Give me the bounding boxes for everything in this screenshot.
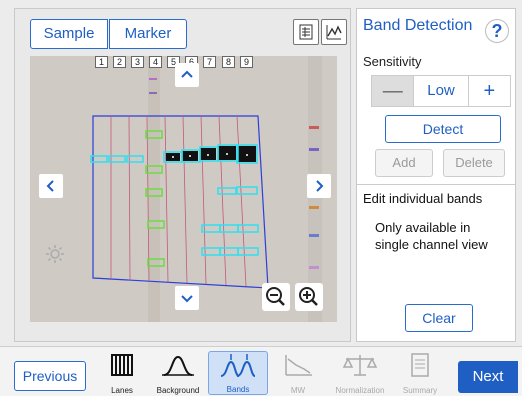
zoom-in-button[interactable] xyxy=(295,283,323,311)
lane-number: 7 xyxy=(203,56,216,68)
pan-left-button[interactable] xyxy=(39,174,63,198)
pan-down-button[interactable] xyxy=(175,286,199,310)
step-summary: Summary xyxy=(390,351,450,395)
chevron-up-icon xyxy=(181,70,193,78)
add-band-button[interactable]: Add xyxy=(375,149,433,177)
lane-number: 1 xyxy=(95,56,108,68)
summary-icon xyxy=(411,353,429,377)
lane-number: 3 xyxy=(131,56,144,68)
step-label: Normalization xyxy=(335,386,385,395)
chevron-right-icon xyxy=(316,180,324,192)
band-detection-panel: Band Detection ? Sensitivity — Low + Det… xyxy=(356,8,516,342)
step-label: Bands xyxy=(226,385,250,394)
help-button[interactable]: ? xyxy=(485,19,509,43)
lane-number: 4 xyxy=(149,56,162,68)
chevron-down-icon xyxy=(181,295,193,303)
next-button[interactable]: Next xyxy=(458,361,518,393)
gel-image[interactable] xyxy=(30,56,337,322)
step-label: Lanes xyxy=(111,386,133,395)
detect-button[interactable]: Detect xyxy=(385,115,501,143)
step-label: Summary xyxy=(402,386,438,395)
sample-tab-button[interactable]: Sample xyxy=(30,19,108,49)
brightness-icon[interactable] xyxy=(43,242,67,266)
chart-view-button[interactable] xyxy=(321,19,347,45)
marker-tab-button[interactable]: Marker xyxy=(109,19,187,49)
lane-number: 8 xyxy=(222,56,235,68)
edit-bands-note: Only available in single channel view xyxy=(375,220,488,252)
edit-bands-heading: Edit individual bands xyxy=(363,191,483,206)
pan-up-button[interactable] xyxy=(175,63,199,87)
sensitivity-label: Sensitivity xyxy=(363,54,422,69)
chevron-left-icon xyxy=(46,180,54,192)
step-normalization: Normalization xyxy=(330,351,390,395)
previous-button[interactable]: Previous xyxy=(14,361,86,391)
step-background[interactable]: Background xyxy=(148,351,208,395)
chart-icon xyxy=(326,25,342,40)
zoom-in-icon xyxy=(299,287,318,306)
sensitivity-value: Low xyxy=(413,76,469,106)
step-label: MW xyxy=(290,386,306,395)
lane-number: 2 xyxy=(113,56,126,68)
zoom-out-icon xyxy=(266,287,285,306)
clear-button[interactable]: Clear xyxy=(405,304,473,332)
step-lanes[interactable]: Lanes xyxy=(92,351,152,395)
step-label: Background xyxy=(156,386,200,395)
pan-right-button[interactable] xyxy=(307,174,331,198)
image-panel: Sample Marker 1 2 3 4 5 6 7 8 9 xyxy=(14,8,351,342)
zoom-out-button[interactable] xyxy=(262,283,290,311)
delete-band-button[interactable]: Delete xyxy=(443,149,505,177)
sensitivity-stepper: — Low + xyxy=(371,75,511,107)
workflow-footer: Previous Lanes Background Bands MW Norma… xyxy=(0,346,522,396)
bands-icon xyxy=(220,354,256,377)
lanes-icon xyxy=(111,354,133,376)
panel-title: Band Detection xyxy=(363,17,473,34)
step-bands[interactable]: Bands xyxy=(208,351,268,395)
decrease-sensitivity-button[interactable]: — xyxy=(372,76,414,106)
background-icon xyxy=(162,355,194,376)
increase-sensitivity-button[interactable]: + xyxy=(468,76,510,106)
table-view-button[interactable] xyxy=(293,19,319,45)
table-icon xyxy=(299,24,313,40)
step-mw: MW xyxy=(268,351,328,395)
mw-icon xyxy=(285,355,312,376)
lane-number: 9 xyxy=(240,56,253,68)
normalization-icon xyxy=(342,355,378,376)
